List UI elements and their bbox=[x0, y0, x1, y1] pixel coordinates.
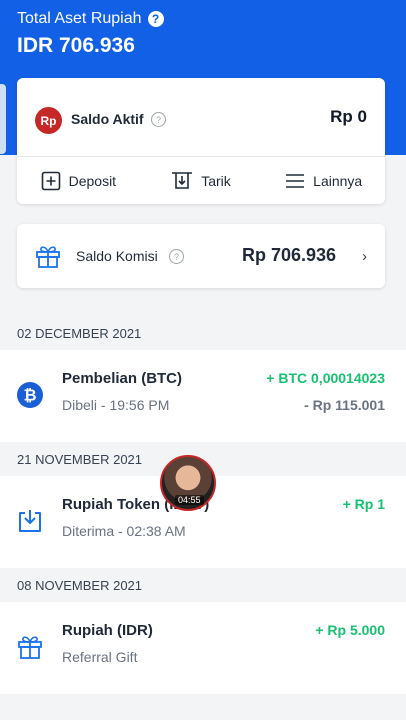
transaction-title: Pembelian (BTC) bbox=[62, 370, 183, 387]
deposit-plus-icon bbox=[41, 171, 60, 190]
side-tab-handle bbox=[0, 84, 6, 154]
help-question-icon[interactable]: ? bbox=[169, 249, 184, 264]
transaction-amount: + Rp 5.000 bbox=[315, 622, 385, 638]
bitcoin-icon: ₿ bbox=[17, 382, 43, 408]
receive-download-icon bbox=[19, 510, 41, 532]
menu-icon bbox=[286, 173, 305, 188]
gift-icon bbox=[18, 636, 42, 659]
total-asset-label-row: Total Aset Rupiah ? bbox=[17, 10, 164, 28]
transaction-title: Rupiah (IDR) bbox=[62, 622, 153, 639]
transaction-amount-secondary: - Rp 115.001 bbox=[304, 397, 385, 413]
question-circle-icon[interactable]: ? bbox=[147, 11, 164, 27]
date-header: 08 NOVEMBER 2021 bbox=[0, 568, 406, 602]
saldo-komisi-value: Rp 706.936 bbox=[242, 245, 337, 265]
lainnya-label: Lainnya bbox=[313, 172, 363, 189]
date-header: 02 DECEMBER 2021 bbox=[0, 316, 406, 350]
video-overlay-time: 04:55 bbox=[175, 495, 204, 505]
transaction-subtitle: Referral Gift bbox=[62, 649, 138, 665]
rupiah-logo-icon: Rp bbox=[35, 107, 62, 134]
lainnya-button[interactable]: Lainnya bbox=[262, 157, 385, 204]
saldo-aktif-value: Rp 0 bbox=[330, 107, 367, 126]
tarik-label: Tarik bbox=[201, 172, 231, 189]
deposit-label: Deposit bbox=[68, 172, 117, 189]
deposit-button[interactable]: Deposit bbox=[17, 157, 140, 204]
saldo-komisi-label: Saldo Komisi bbox=[76, 248, 158, 264]
action-bar: Deposit Tarik Lainnya bbox=[17, 157, 385, 204]
saldo-aktif-label: Saldo Aktif bbox=[71, 111, 144, 127]
help-question-icon[interactable]: ? bbox=[151, 112, 166, 127]
tarik-button[interactable]: Tarik bbox=[140, 157, 263, 204]
transaction-subtitle: Dibeli - 19:56 PM bbox=[62, 397, 170, 413]
transaction-subtitle: Diterima - 02:38 AM bbox=[62, 523, 186, 539]
saldo-aktif-row[interactable]: Rp Saldo Aktif ? Rp 0 bbox=[17, 78, 385, 157]
transaction-amount: + BTC 0,00014023 bbox=[266, 370, 385, 386]
total-asset-value: IDR 706.936 bbox=[17, 34, 135, 57]
withdraw-icon bbox=[172, 171, 193, 189]
transaction-amount: + Rp 1 bbox=[342, 496, 385, 512]
saldo-komisi-card[interactable]: Saldo Komisi ? Rp 706.936 › bbox=[17, 224, 385, 288]
saldo-aktif-card: Rp Saldo Aktif ? Rp 0 Deposit Tarik Lain… bbox=[17, 78, 385, 204]
total-asset-label: Total Aset Rupiah bbox=[17, 10, 142, 27]
transaction-row[interactable]: Rupiah (IDR) Referral Gift + Rp 5.000 bbox=[0, 602, 406, 694]
gift-icon bbox=[36, 246, 60, 268]
transaction-row[interactable]: ₿ Pembelian (BTC) Dibeli - 19:56 PM + BT… bbox=[0, 350, 406, 442]
svg-text:₿: ₿ bbox=[23, 386, 36, 405]
chevron-right-icon[interactable]: › bbox=[362, 248, 367, 265]
